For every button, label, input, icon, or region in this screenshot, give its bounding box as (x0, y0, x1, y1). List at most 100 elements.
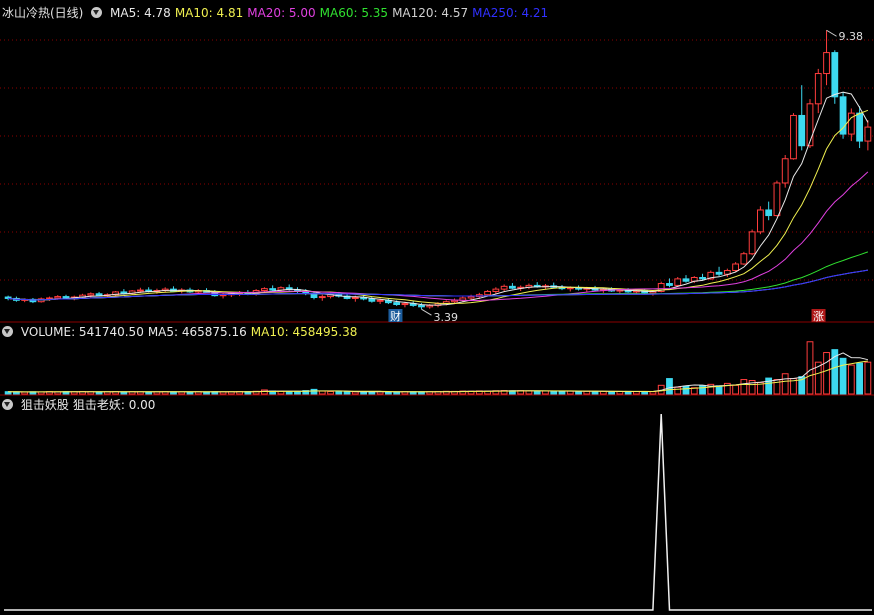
candle-body (426, 304, 434, 308)
volume-bar (806, 341, 814, 395)
legend-item: 狙击妖股 (20, 398, 69, 412)
volume-bar (666, 378, 673, 395)
candle-body (87, 293, 95, 296)
candle-body (137, 289, 144, 292)
volume-bar (310, 388, 318, 395)
chart-title: 冰山冷热(日线) (2, 6, 84, 20)
volume-bar (740, 379, 748, 395)
volume-bar (839, 357, 847, 395)
candle-body (806, 103, 814, 147)
volume-bar (847, 364, 855, 395)
ma20-line (8, 171, 869, 302)
volume-bar (558, 390, 566, 395)
candle-body (261, 288, 268, 292)
dropdown-icon[interactable] (2, 399, 13, 410)
legend-item: MA120: 4.57 (392, 6, 469, 20)
legend-item: 狙击老妖: 0.00 (72, 398, 156, 412)
candle-body (781, 158, 789, 184)
volume-bar (649, 391, 657, 395)
candle-body (509, 285, 516, 289)
candle-body (732, 263, 739, 272)
volume-bar (294, 391, 301, 395)
candle-body (715, 271, 723, 275)
volume-bar (575, 390, 582, 395)
volume-bar (864, 361, 872, 395)
indicator-legend: 狙击妖股 狙击老妖: 0.00 (21, 398, 160, 412)
ma10-line (8, 109, 869, 305)
volume-bar (542, 390, 549, 395)
volume-bar (732, 384, 739, 395)
volume-bar (699, 385, 706, 395)
candle-body (368, 298, 376, 302)
candle-body (418, 304, 425, 308)
ma5-line (8, 91, 869, 306)
candle-body (748, 231, 756, 255)
candle-body (120, 291, 128, 294)
candle-body (674, 278, 682, 286)
candle-body (856, 112, 863, 142)
volume-panel (4, 341, 872, 395)
candle-body (500, 285, 508, 290)
volume-bar (335, 391, 343, 395)
high-pointer (826, 29, 837, 37)
volume-header: VOLUME: 541740.50 MA5: 465875.16 MA10: 458… (2, 324, 365, 340)
volume-bar (318, 390, 326, 395)
candle-body (269, 288, 277, 291)
volume-bar (856, 362, 863, 395)
volume-bar (327, 390, 334, 395)
volume-bar (533, 390, 541, 395)
legend-item: MA60: 5.35 (319, 6, 389, 20)
volume-bar (285, 391, 293, 395)
cai-marker: 财 (390, 309, 401, 323)
volume-bar (351, 391, 359, 395)
volume-bar (343, 391, 351, 395)
candle-body (864, 126, 872, 142)
candle-body (318, 296, 326, 299)
candle-body (401, 303, 409, 306)
legend-item: MA20: 5.00 (247, 6, 316, 20)
moving-average-lines (8, 91, 869, 306)
price-header: 冰山冷热(日线) MA5: 4.78 MA10: 4.81 MA20: 5.00 MA… (2, 5, 556, 21)
indicator-line (4, 413, 872, 611)
candle-body (393, 302, 401, 305)
high-label: 9.38 (839, 30, 864, 43)
volume-bar (591, 390, 599, 395)
low-label: 3.39 (433, 311, 458, 324)
legend-item: MA5: 465875.16 (147, 325, 247, 339)
volume-bar (674, 386, 682, 395)
volume-bar (550, 390, 558, 395)
candle-body (773, 182, 781, 217)
zhang-marker: 涨 (813, 310, 824, 323)
price-grid (0, 39, 874, 396)
candle-body (798, 114, 806, 147)
legend-item: MA5: 4.78 (110, 6, 171, 20)
candle-body (376, 299, 384, 302)
volume-bar (608, 391, 615, 395)
candle-body (492, 288, 500, 292)
price-panel (4, 30, 872, 310)
ma-legend: MA5: 4.78 MA10: 4.81 MA20: 5.00 MA60: 5.35 M… (110, 6, 552, 20)
candle-body (54, 296, 62, 299)
legend-item: VOLUME: 541740.50 (20, 325, 144, 339)
candle-body (484, 290, 491, 296)
chart-canvas: 9.38 3.39 财 涨 (0, 29, 874, 611)
candle-body (814, 73, 822, 105)
candle-body (699, 276, 706, 280)
candle-body (740, 253, 748, 265)
candle-body (790, 114, 797, 160)
dropdown-icon[interactable] (91, 7, 103, 18)
candle-body (765, 209, 773, 217)
ma250-line (8, 269, 868, 301)
candle-body (666, 283, 673, 286)
dropdown-icon[interactable] (2, 326, 13, 337)
candle-body (467, 296, 475, 299)
candle-body (757, 209, 764, 233)
candle-body (46, 297, 53, 300)
candle-body (351, 297, 359, 300)
candle-body (682, 278, 690, 282)
low-pointer (421, 308, 432, 316)
legend-item: MA10: 458495.38 (250, 325, 358, 339)
volume-legend: VOLUME: 541740.50 MA5: 465875.16 MA10: 458… (21, 325, 362, 339)
volume-bar (682, 385, 690, 395)
volume-bar (823, 352, 830, 395)
